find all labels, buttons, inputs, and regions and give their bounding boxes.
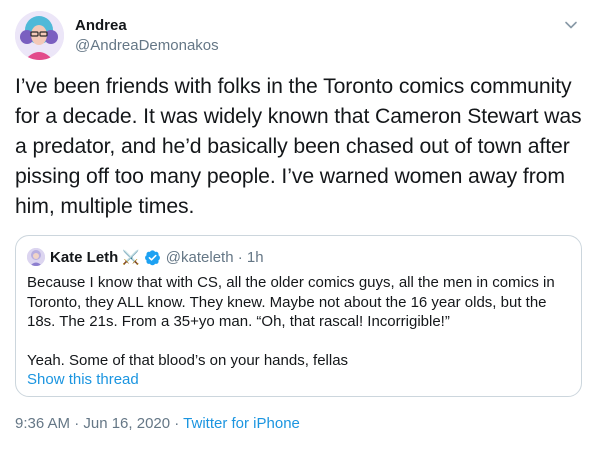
author-names: Andrea @AndreaDemonakos (75, 17, 219, 56)
show-thread-link[interactable]: Show this thread (27, 371, 139, 388)
verified-badge-icon (144, 249, 161, 266)
tweet-text: I’ve been friends with folks in the Toro… (15, 75, 582, 218)
author-display-name[interactable]: Andrea (75, 17, 219, 35)
quoted-author-avatar (27, 248, 45, 266)
tweet-source-link[interactable]: Twitter for iPhone (183, 415, 300, 432)
tweet-header: Andrea @AndreaDemonakos (15, 11, 582, 61)
quoted-handle-time: @kateleth · 1h (165, 248, 264, 266)
quoted-tweet-text: Because I know that with CS, all the old… (27, 274, 555, 370)
tweet-footer: 9:36 AM · Jun 16, 2020 · Twitter for iPh… (15, 415, 300, 432)
tweet-timestamp[interactable]: 9:36 AM · Jun 16, 2020 · (15, 415, 183, 432)
quoted-tweet-header: Kate Leth ⚔️ @kateleth · 1h (27, 247, 264, 267)
author-handle[interactable]: @AndreaDemonakos (75, 36, 219, 56)
chevron-down-icon[interactable] (563, 17, 579, 33)
author-avatar[interactable] (15, 11, 64, 60)
quoted-tweet-card[interactable]: Kate Leth ⚔️ @kateleth · 1h Because I kn… (15, 235, 582, 397)
quoted-author-name: Kate Leth (50, 248, 119, 266)
crossed-swords-icon: ⚔️ (122, 248, 140, 265)
